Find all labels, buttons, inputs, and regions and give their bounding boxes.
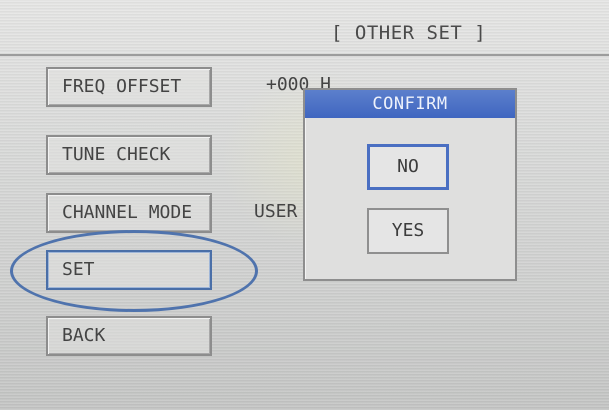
channel-mode-button[interactable]: CHANNEL MODE: [46, 193, 212, 233]
tune-check-button[interactable]: TUNE CHECK: [46, 135, 212, 175]
confirm-dialog: CONFIRM NO YES: [303, 88, 517, 281]
dialog-title: CONFIRM: [305, 90, 515, 118]
title-bar: [ OTHER SET ]: [0, 8, 609, 56]
screen: [ OTHER SET ] FREQ OFFSET +000 H TUNE CH…: [0, 0, 609, 410]
page-title: [ OTHER SET ]: [331, 22, 487, 44]
no-button[interactable]: NO: [367, 144, 449, 190]
freq-offset-button[interactable]: FREQ OFFSET: [46, 67, 212, 107]
channel-mode-value: USER: [254, 201, 298, 222]
yes-button[interactable]: YES: [367, 208, 449, 254]
highlight-ring: [10, 230, 258, 312]
back-button[interactable]: BACK: [46, 316, 212, 356]
